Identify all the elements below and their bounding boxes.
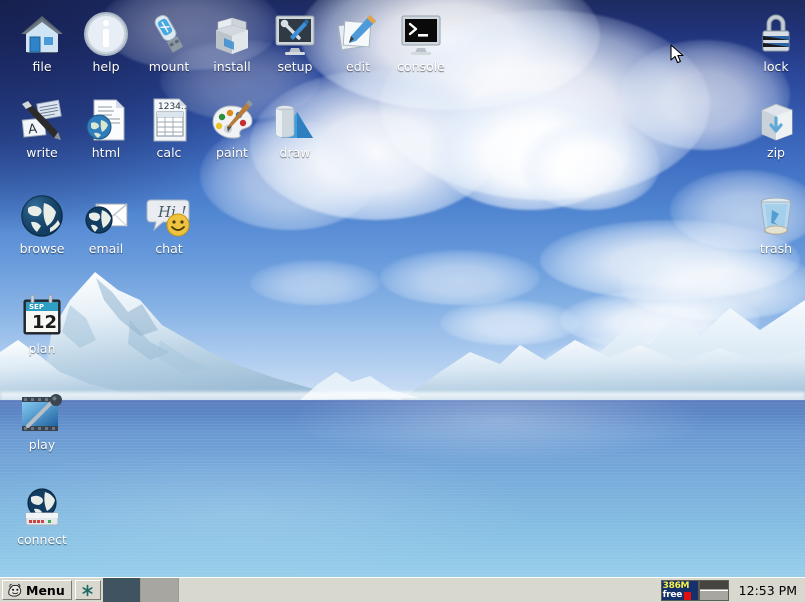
desktop-icon-label: edit: [322, 60, 394, 74]
cpu-graph-divider: [700, 590, 728, 591]
desktop-icon-draw[interactable]: draw: [259, 96, 331, 160]
desktop-icon-console[interactable]: console: [385, 10, 457, 74]
desktop-icon-label: lock: [740, 60, 805, 74]
desktop-icon-label: file: [6, 60, 78, 74]
cpu-graph-top: [700, 581, 728, 589]
desktop-icon-help[interactable]: help: [70, 10, 142, 74]
start-menu-button[interactable]: Menu: [2, 580, 72, 600]
desktop-icon-label: plan: [6, 342, 78, 356]
desktop-icon-label: email: [70, 242, 142, 256]
desktop-icon-label: console: [385, 60, 457, 74]
wallpaper-water-reflections: [0, 400, 805, 602]
archive-box-icon: [752, 96, 800, 144]
desktop-icon-write[interactable]: A write: [6, 96, 78, 160]
web-page-icon: [82, 96, 130, 144]
desktop-icon-calc[interactable]: 1234.. calc: [133, 96, 205, 160]
notes-pencil-icon: [334, 10, 382, 58]
desktop-icon-install[interactable]: install: [196, 10, 268, 74]
workspace-2[interactable]: [141, 578, 179, 602]
desktop-icon-paint[interactable]: paint: [196, 96, 268, 160]
calendar-month: SEP: [29, 303, 44, 311]
desktop-icon-label: html: [70, 146, 142, 160]
desktop-icon-label: mount: [133, 60, 205, 74]
desktop-icon-label: trash: [740, 242, 805, 256]
terminal-icon: [397, 10, 445, 58]
desktop-icon-connect[interactable]: connect: [6, 483, 78, 547]
desktop-icon-label: setup: [259, 60, 331, 74]
monitor-tools-icon: [271, 10, 319, 58]
speech-smiley-icon: Hi !: [145, 192, 193, 240]
desktop-icon-label: connect: [6, 533, 78, 547]
desktop-icon-label: zip: [740, 146, 805, 160]
desktop-icon-lock[interactable]: lock: [740, 10, 805, 74]
network-globe-icon: [18, 483, 66, 531]
trash-bin-icon: [752, 192, 800, 240]
desktop-icon-play[interactable]: play: [6, 388, 78, 452]
window-task-list[interactable]: [179, 578, 661, 602]
system-tray[interactable]: 386M free 12:53 PM: [661, 578, 805, 602]
desktop-icon-label: install: [196, 60, 268, 74]
desktop-icon-setup[interactable]: setup: [259, 10, 331, 74]
palette-brush-icon: [208, 96, 256, 144]
desktop-icon-label: chat: [133, 242, 205, 256]
desktop-icon-label: calc: [133, 146, 205, 160]
desktop-icon-file[interactable]: file: [6, 10, 78, 74]
desktop-icon-html[interactable]: html: [70, 96, 142, 160]
workspace-1[interactable]: [103, 578, 141, 602]
desktop-icon-edit[interactable]: edit: [322, 10, 394, 74]
pen-paper-icon: A: [18, 96, 66, 144]
desktop-wallpaper: [0, 0, 805, 602]
house-icon: [18, 10, 66, 58]
open-box-icon: [208, 10, 256, 58]
memory-status: free: [663, 591, 682, 600]
desktop-icon-label: play: [6, 438, 78, 452]
shapes-3d-icon: [271, 96, 319, 144]
svg-text:1234..: 1234..: [158, 102, 187, 112]
start-menu-label: Menu: [26, 583, 65, 598]
desktop-icon-plan[interactable]: SEP 12 plan: [6, 292, 78, 356]
calendar-day: 12: [32, 312, 57, 333]
spreadsheet-icon: 1234..: [145, 96, 193, 144]
show-desktop-button[interactable]: [75, 580, 101, 600]
desktop-icon-label: help: [70, 60, 142, 74]
desktop-icon-browse[interactable]: browse: [6, 192, 78, 256]
usb-drive-icon: [145, 10, 193, 58]
memory-usage-bar: [684, 592, 691, 600]
media-player-icon: [18, 388, 66, 436]
info-circle-icon: [82, 10, 130, 58]
asterisk-icon: [81, 584, 94, 597]
calendar-icon: SEP 12: [18, 292, 66, 340]
desktop-icon-label: paint: [196, 146, 268, 160]
workspace-pager[interactable]: [103, 578, 179, 602]
clock[interactable]: 12:53 PM: [729, 583, 805, 598]
taskbar[interactable]: Menu 386M free: [0, 577, 805, 602]
gnu-head-icon: [6, 582, 23, 599]
desktop-icon-label: write: [6, 146, 78, 160]
desktop-icon-label: browse: [6, 242, 78, 256]
padlock-icon: [752, 10, 800, 58]
cpu-monitor[interactable]: [699, 580, 729, 601]
desktop-icon-trash[interactable]: trash: [740, 192, 805, 256]
desktop-icon-mount[interactable]: mount: [133, 10, 205, 74]
svg-text:A: A: [28, 122, 39, 138]
desktop-icon-zip[interactable]: zip: [740, 96, 805, 160]
desktop[interactable]: file help mount: [0, 0, 805, 602]
desktop-icon-label: draw: [259, 146, 331, 160]
globe-icon: [18, 192, 66, 240]
memory-monitor[interactable]: 386M free: [661, 580, 699, 601]
desktop-icon-email[interactable]: email: [70, 192, 142, 256]
envelope-globe-icon: [82, 192, 130, 240]
desktop-icon-chat[interactable]: Hi ! chat: [133, 192, 205, 256]
